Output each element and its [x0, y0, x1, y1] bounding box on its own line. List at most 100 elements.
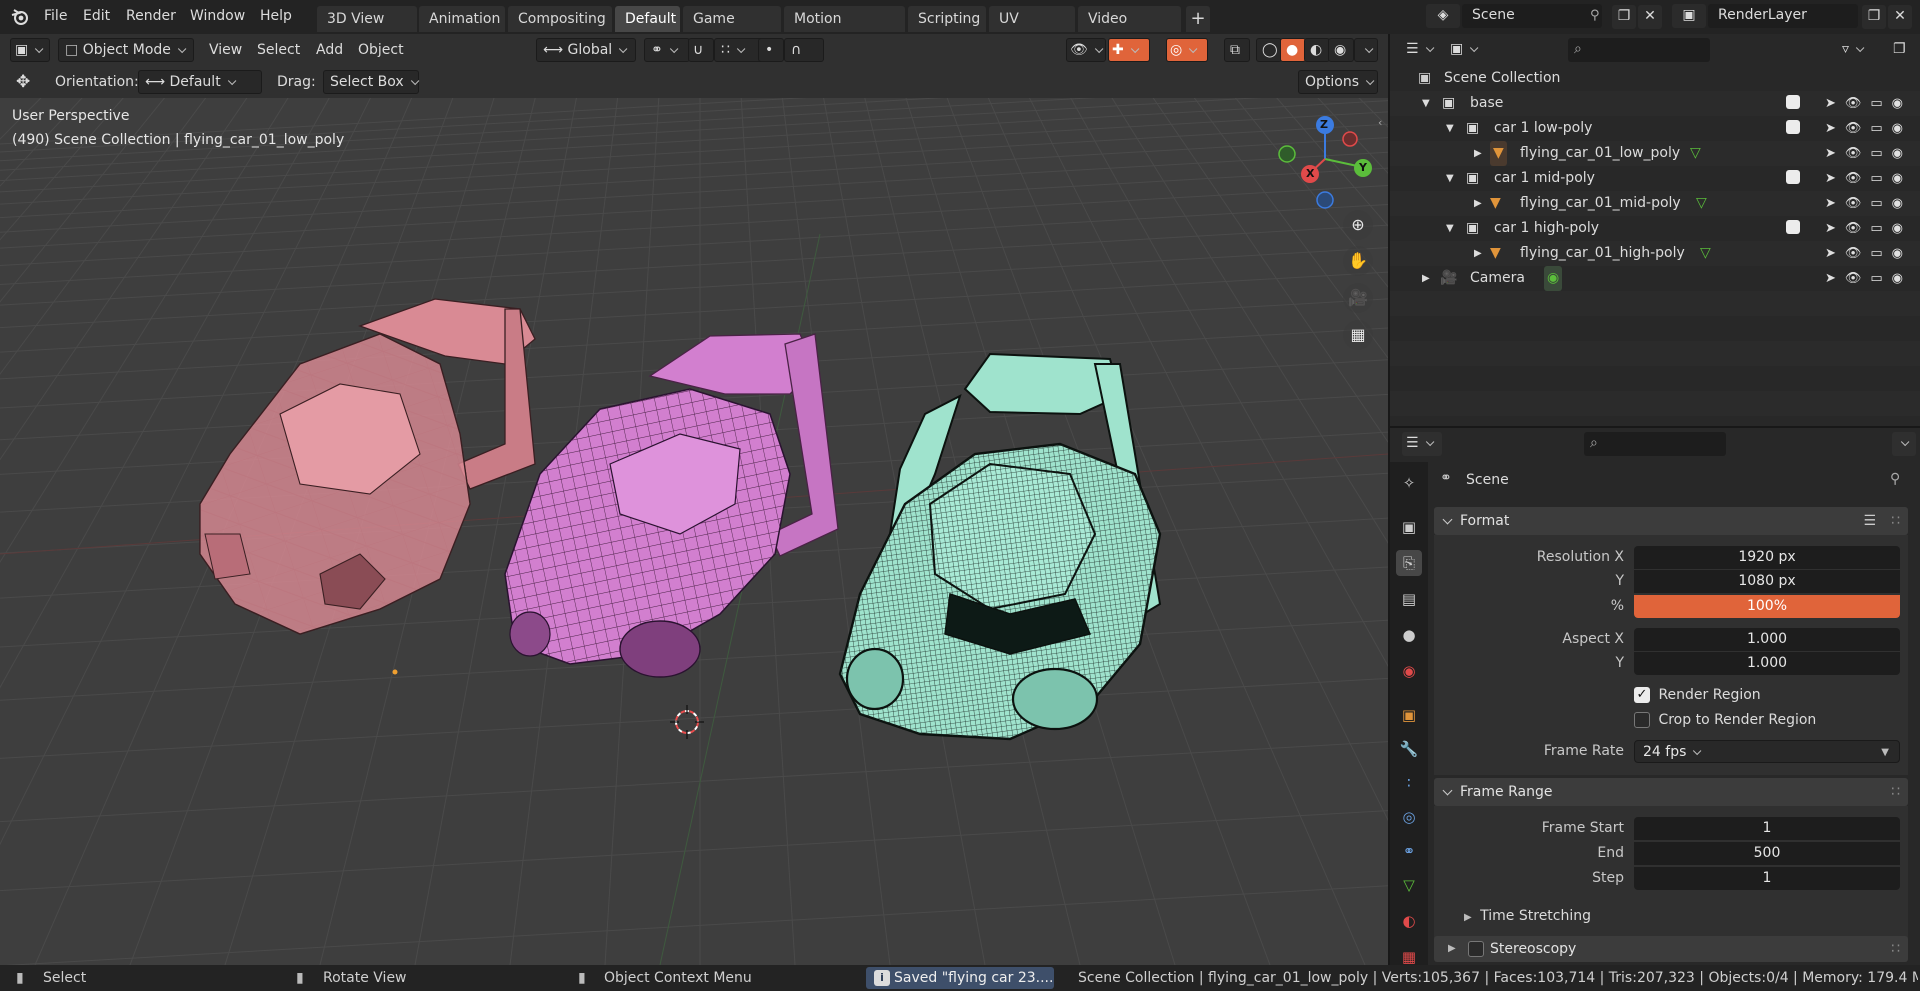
visibility-icons[interactable]: ➤👁▭◉	[1825, 116, 1912, 141]
new-scene-button[interactable]: ❐	[1612, 5, 1636, 29]
pin-icon[interactable]: ⚲	[1890, 471, 1900, 487]
stereoscopy-panel-header[interactable]: ▶ Stereoscopy ∷	[1434, 936, 1908, 962]
3d-viewport[interactable]: ▣ □ Object Mode View Select Add Object ⟷…	[0, 34, 1388, 965]
output-tab-icon[interactable]: ⎘	[1396, 550, 1422, 576]
tab-3d-view-full[interactable]: 3D View Full	[317, 6, 417, 53]
pan-hand-icon[interactable]: ✋	[1343, 246, 1373, 276]
drag-handle-icon[interactable]: ∷	[1891, 507, 1900, 535]
render-tab-icon[interactable]: ▣	[1396, 514, 1422, 540]
resolution-x-field[interactable]: 1920 px	[1634, 546, 1900, 569]
zoom-icon[interactable]: ⊕	[1343, 210, 1373, 240]
aspect-x-field[interactable]: 1.000	[1634, 628, 1900, 651]
visibility-icons[interactable]: ➤👁▭◉	[1825, 141, 1912, 166]
move-tool-icon[interactable]: ✥	[16, 70, 30, 94]
tab-compositing[interactable]: Compositing	[508, 6, 612, 32]
constraints-tab-icon[interactable]: ⚭	[1396, 838, 1422, 864]
tab-video-editing[interactable]: Video Editing	[1078, 6, 1181, 53]
menu-render[interactable]: Render	[126, 0, 176, 34]
visibility-icons[interactable]: ➤👁▭◉	[1825, 91, 1912, 116]
proportional-edit-toggle[interactable]: •	[758, 38, 784, 62]
delete-layer-button[interactable]: ✕	[1888, 5, 1912, 29]
tab-default[interactable]: Default	[615, 6, 680, 32]
tab-motion-tracking[interactable]: Motion Tracking	[784, 6, 905, 53]
frame-range-panel-header[interactable]: Frame Range ∷	[1434, 778, 1908, 806]
material-tab-icon[interactable]: ◐	[1396, 908, 1422, 934]
properties-editor-type[interactable]: ☰	[1402, 432, 1442, 456]
outliner-display-mode[interactable]: ▣	[1446, 38, 1486, 62]
crop-to-render-region-checkbox[interactable]: Crop to Render Region	[1634, 711, 1816, 729]
outliner-row-flying-car-low-poly[interactable]: ▶ ▼ flying_car_01_low_poly ▽ ➤👁▭◉	[1390, 141, 1920, 166]
shading-options-button[interactable]	[1354, 38, 1378, 62]
resolution-percent-slider[interactable]: 100%	[1634, 595, 1900, 618]
tab-game-logic[interactable]: Game Logic	[683, 6, 781, 53]
blender-logo-icon[interactable]	[10, 7, 30, 27]
texture-tab-icon[interactable]: ▦	[1396, 944, 1422, 964]
outliner-row-car-1-mid-poly[interactable]: ▼ ▣ car 1 mid-poly ➤👁▭◉	[1390, 166, 1920, 191]
outliner-row-car-1-low-poly[interactable]: ▼ ▣ car 1 low-poly ➤👁▭◉	[1390, 116, 1920, 141]
tab-animation[interactable]: Animation	[419, 6, 505, 32]
scene-selector[interactable]: Scene	[1462, 4, 1602, 28]
new-collection-button[interactable]: ❐	[1890, 38, 1914, 62]
snap-toggle[interactable]: ∪	[688, 38, 714, 62]
object-tab-icon[interactable]: ▣	[1396, 702, 1422, 728]
menu-window[interactable]: Window	[190, 0, 245, 34]
pivot-selector[interactable]: ⚭	[644, 38, 690, 62]
visibility-icons[interactable]: ➤👁▭◉	[1825, 191, 1912, 216]
overlay-toggle[interactable]: ◎	[1166, 38, 1208, 62]
world-tab-icon[interactable]: ◉	[1396, 658, 1422, 684]
mode-selector[interactable]: □ Object Mode	[58, 38, 194, 62]
gizmo-toggle[interactable]: ✚	[1108, 38, 1150, 62]
scene-collection-row[interactable]: ▣ Scene Collection	[1390, 66, 1920, 91]
include-checkbox[interactable]	[1786, 120, 1800, 134]
stereoscopy-checkbox[interactable]	[1468, 941, 1484, 957]
outliner-filter-button[interactable]: ▿	[1838, 38, 1878, 62]
view-layer-tab-icon[interactable]: ▤	[1396, 586, 1422, 612]
pin-icon[interactable]: ⚲	[1590, 8, 1600, 23]
frame-end-field[interactable]: 500	[1634, 842, 1900, 865]
shading-solid-button[interactable]: ●	[1280, 38, 1306, 62]
3d-cursor[interactable]	[670, 705, 704, 739]
include-checkbox[interactable]	[1786, 95, 1800, 109]
physics-tab-icon[interactable]: ◎	[1396, 804, 1422, 830]
frame-start-field[interactable]: 1	[1634, 817, 1900, 840]
drag-selector[interactable]: Select Box	[323, 70, 419, 94]
new-layer-button[interactable]: ❐	[1862, 5, 1886, 29]
frame-step-field[interactable]: 1	[1634, 867, 1900, 890]
outliner-row-car-1-high-poly[interactable]: ▼ ▣ car 1 high-poly ➤👁▭◉	[1390, 216, 1920, 241]
xray-toggle[interactable]: ⧉	[1224, 38, 1250, 62]
scene-tab-icon[interactable]: ●	[1396, 622, 1422, 648]
shading-rendered-button[interactable]: ◉	[1328, 38, 1354, 62]
time-stretching-subpanel[interactable]: ▶ Time Stretching	[1464, 908, 1591, 924]
properties-search-input[interactable]: ⌕	[1584, 432, 1726, 456]
delete-scene-button[interactable]: ✕	[1638, 5, 1662, 29]
render-region-checkbox[interactable]: ✓ Render Region	[1634, 686, 1761, 704]
layer-type-icon[interactable]: ▣	[1672, 4, 1706, 28]
orientation-selector[interactable]: ⟷ Default	[138, 70, 262, 94]
visibility-icons[interactable]: ➤👁▭◉	[1825, 216, 1912, 241]
falloff-selector[interactable]: ∩	[784, 38, 824, 62]
transform-orientation-selector[interactable]: ⟷ Global	[536, 38, 636, 62]
modifier-tab-icon[interactable]: 🔧	[1396, 736, 1422, 762]
outliner-row-flying-car-high-poly[interactable]: ▶ ▼ flying_car_01_high-poly ▽ ➤👁▭◉	[1390, 241, 1920, 266]
outliner-editor-type[interactable]: ☰	[1402, 38, 1442, 62]
add-workspace-button[interactable]: +	[1186, 6, 1210, 32]
outliner-row-flying-car-mid-poly[interactable]: ▶ ▼ flying_car_01_mid-poly ▽ ➤👁▭◉	[1390, 191, 1920, 216]
ortho-grid-icon[interactable]: ▦	[1343, 320, 1373, 350]
shading-wireframe-button[interactable]: ◯	[1256, 38, 1282, 62]
car-low-poly[interactable]	[199, 298, 536, 635]
outliner-row-camera[interactable]: ▶ 🎥 Camera ◉ ➤👁▭◉	[1390, 266, 1920, 291]
data-tab-icon[interactable]: ▽	[1396, 872, 1422, 898]
format-panel-header[interactable]: Format ☰ ∷	[1434, 507, 1908, 535]
menu-add[interactable]: Add	[316, 38, 343, 62]
menu-object[interactable]: Object	[358, 38, 404, 62]
tab-scripting[interactable]: Scripting	[908, 6, 986, 32]
visibility-selector[interactable]: 👁	[1066, 38, 1106, 62]
properties-options-button[interactable]	[1892, 432, 1916, 456]
menu-edit[interactable]: Edit	[83, 0, 110, 34]
visibility-icons[interactable]: ➤👁▭◉	[1825, 241, 1912, 266]
include-checkbox[interactable]	[1786, 220, 1800, 234]
drag-handle-icon[interactable]: ∷	[1891, 778, 1900, 806]
shading-material-button[interactable]: ◐	[1304, 38, 1330, 62]
editor-type-button[interactable]: ▣	[10, 38, 50, 62]
tool-tab-icon[interactable]: ✧	[1396, 470, 1422, 496]
